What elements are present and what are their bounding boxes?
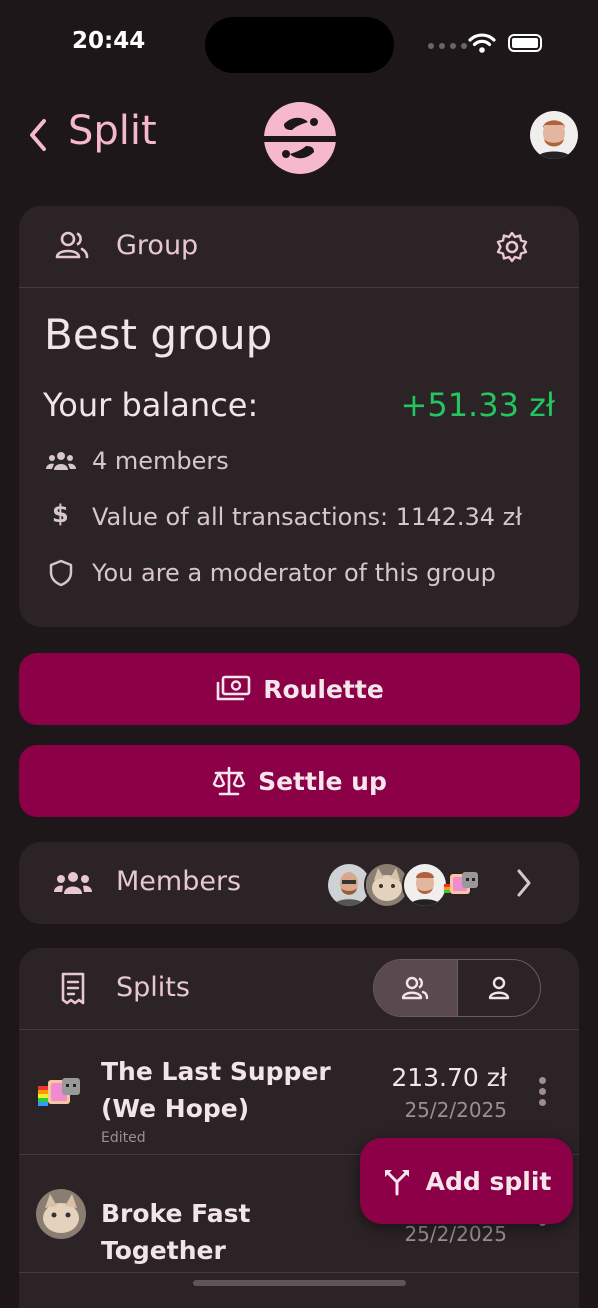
dynamic-island bbox=[205, 17, 394, 73]
add-split-label: Add split bbox=[425, 1166, 552, 1196]
moderator-text: You are a moderator of this group bbox=[92, 559, 496, 587]
group-name: Best group bbox=[44, 310, 273, 359]
members-icon bbox=[54, 872, 92, 894]
split-amount: 213.70 zł bbox=[391, 1063, 507, 1092]
split-name: The Last Supper (We Hope) bbox=[101, 1057, 331, 1123]
page-title: Split bbox=[68, 108, 157, 154]
group-section-label: Group bbox=[116, 230, 199, 261]
roulette-label: Roulette bbox=[263, 674, 384, 704]
cellular-signal-icon bbox=[428, 43, 467, 49]
group-splits-toggle[interactable] bbox=[374, 960, 458, 1016]
status-time: 20:44 bbox=[72, 28, 146, 54]
add-split-button[interactable]: Add split bbox=[360, 1138, 573, 1224]
split-date: 25/2/2025 bbox=[404, 1222, 507, 1246]
split-icon bbox=[384, 1170, 409, 1196]
more-options-icon[interactable] bbox=[539, 1077, 546, 1110]
scale-icon bbox=[212, 766, 246, 796]
split-row[interactable]: The Last Supper (We Hope) Edited 213.70 … bbox=[19, 1030, 579, 1154]
splits-filter-toggle[interactable] bbox=[373, 959, 541, 1017]
member-avatar bbox=[440, 862, 482, 904]
members-count-icon bbox=[46, 452, 76, 470]
home-indicator bbox=[193, 1280, 406, 1286]
members-card[interactable]: Members bbox=[19, 842, 579, 924]
settle-up-label: Settle up bbox=[258, 766, 387, 796]
splits-card: Splits The Last Supper (We Hope) Edited … bbox=[19, 948, 579, 1308]
money-icon bbox=[216, 675, 251, 701]
split-date: 25/2/2025 bbox=[404, 1098, 507, 1122]
split-edited: Edited bbox=[101, 1130, 146, 1146]
transactions-value: Value of all transactions: 1142.34 zł bbox=[92, 503, 523, 531]
split-avatar bbox=[36, 1066, 84, 1118]
users-icon bbox=[55, 231, 89, 259]
battery-icon bbox=[508, 34, 542, 52]
roulette-button[interactable]: Roulette bbox=[19, 653, 580, 725]
wifi-icon bbox=[468, 33, 496, 53]
chevron-left-icon[interactable] bbox=[28, 118, 48, 152]
my-splits-toggle[interactable] bbox=[458, 960, 541, 1016]
balance-label: Your balance: bbox=[43, 386, 259, 424]
user-icon bbox=[488, 976, 509, 1000]
dollar-icon: $ bbox=[52, 500, 69, 528]
splits-label: Splits bbox=[116, 972, 190, 1003]
balance-value: +51.33 zł bbox=[400, 386, 555, 424]
user-avatar[interactable] bbox=[530, 111, 578, 159]
chevron-right-icon bbox=[517, 869, 531, 897]
split-name: Broke Fast Together bbox=[101, 1199, 251, 1265]
group-card: Group Best group Your balance: +51.33 zł… bbox=[19, 206, 579, 627]
gear-icon[interactable] bbox=[496, 231, 528, 263]
settle-up-button[interactable]: Settle up bbox=[19, 745, 580, 817]
users-icon bbox=[402, 976, 429, 1000]
members-count: 4 members bbox=[92, 447, 229, 475]
app-logo bbox=[262, 102, 338, 174]
receipt-icon bbox=[61, 972, 85, 1005]
members-label: Members bbox=[116, 866, 242, 897]
split-avatar bbox=[36, 1189, 86, 1239]
shield-icon bbox=[49, 559, 73, 587]
